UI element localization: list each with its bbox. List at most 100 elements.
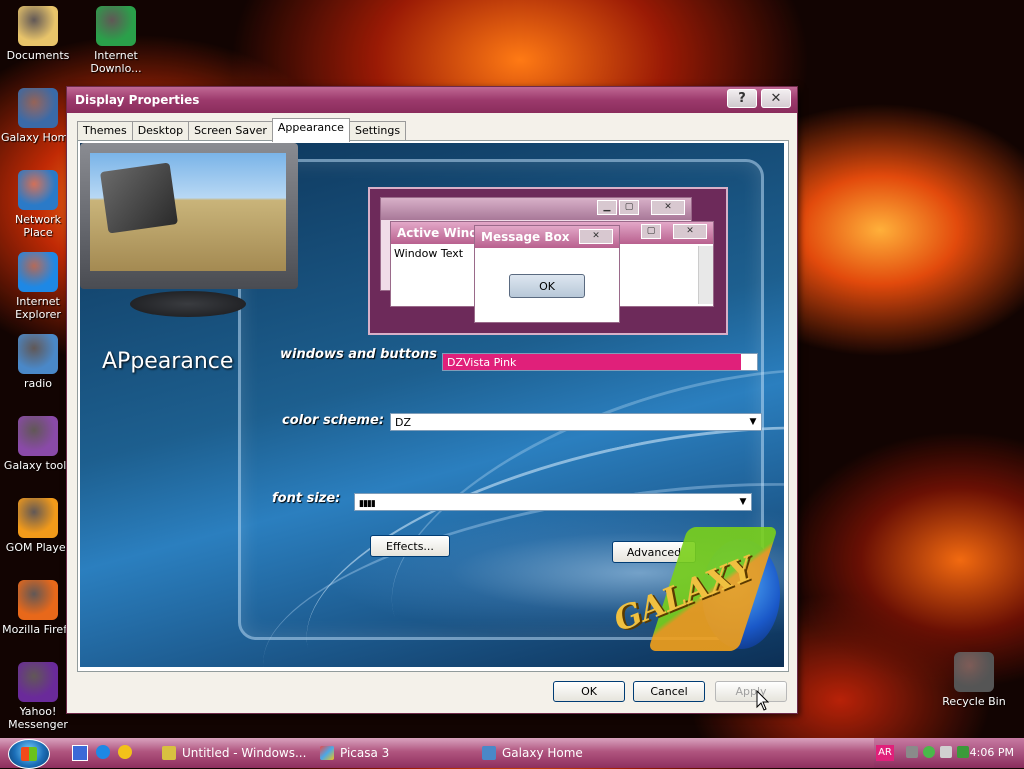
- monitor-stand: [130, 291, 246, 317]
- antivirus-icon[interactable]: [923, 746, 935, 758]
- help-button[interactable]: ?: [727, 89, 757, 108]
- download-icon: [96, 6, 136, 46]
- font-size-value: ▮▮▮▮: [359, 499, 376, 509]
- windows-and-buttons-dropdown[interactable]: DZVista Pink ▼: [442, 353, 758, 371]
- messenger-icon[interactable]: [118, 745, 132, 759]
- desktop-icon-tools[interactable]: Galaxy tools: [0, 416, 76, 472]
- volume-icon[interactable]: [940, 746, 952, 758]
- desktop-icon-gom[interactable]: GOM Player: [0, 498, 76, 554]
- desktop-icon-label: Documents: [6, 49, 70, 62]
- minimize-icon: ▁: [597, 200, 617, 215]
- desktop-icon-yahoo[interactable]: Yahoo! Messenger: [0, 662, 76, 731]
- computer-icon: [18, 88, 58, 128]
- desktop-icon-folder[interactable]: Documents: [0, 6, 76, 62]
- tab-settings[interactable]: Settings: [348, 121, 407, 142]
- monitor-preview: [80, 143, 300, 321]
- desktop-icon-radio[interactable]: radio: [0, 334, 76, 390]
- desktop-icon-firefox[interactable]: Mozilla Firefo: [0, 580, 76, 636]
- desktop-icon-label: Recycle Bin: [942, 695, 1006, 708]
- close-icon: ✕: [673, 224, 707, 239]
- ok-button[interactable]: OK: [553, 681, 625, 702]
- chevron-down-icon: ▼: [735, 494, 751, 510]
- network-icon[interactable]: [906, 746, 918, 758]
- appearance-preview: ▁ ▢ ✕ Active Windo ▢ ✕ Window Text Messa…: [368, 187, 728, 335]
- tab-desktop[interactable]: Desktop: [131, 121, 190, 142]
- galaxy-logo: GALAXY: [608, 527, 784, 663]
- desktop-icon-recycle-bin[interactable]: Recycle Bin: [936, 652, 1012, 708]
- language-indicator[interactable]: AR: [876, 745, 894, 761]
- appearance-background-art: APpearance ▁ ▢ ✕ Active Windo ▢ ✕ Window…: [80, 143, 784, 667]
- maximize-icon: ▢: [619, 200, 639, 215]
- close-icon: ✕: [770, 91, 782, 106]
- color-scheme-label: color scheme:: [282, 413, 385, 428]
- maximize-icon: ▢: [641, 224, 661, 239]
- clock[interactable]: 4:06 PM: [970, 746, 1014, 759]
- tab-appearance[interactable]: Appearance: [271, 118, 350, 142]
- font-size-label: font size:: [272, 491, 341, 506]
- inactive-window-title: [381, 198, 691, 220]
- cancel-button[interactable]: Cancel: [633, 681, 705, 702]
- tab-screen-saver[interactable]: Screen Saver: [188, 121, 273, 142]
- firefox-icon: [18, 580, 58, 620]
- tray-icons: [906, 746, 969, 758]
- taskbar-item-label: Untitled - Windows...: [182, 746, 307, 760]
- desktop-icon-label: GOM Player: [5, 541, 71, 554]
- color-scheme-dropdown[interactable]: DZ ▼: [390, 413, 762, 431]
- windows-logo-icon: [21, 747, 37, 761]
- desktop-icon-download[interactable]: Internet Downlo...: [78, 6, 154, 75]
- desktop-icon-label: Internet Downlo...: [90, 49, 142, 75]
- yahoo-icon: [18, 662, 58, 702]
- paint-icon: [162, 746, 176, 760]
- radio-icon: [18, 334, 58, 374]
- font-size-dropdown[interactable]: ▮▮▮▮ ▼: [354, 493, 752, 511]
- taskbar-item-untitled[interactable]: Untitled - Windows...: [162, 744, 306, 762]
- screen-artwork: [100, 162, 178, 234]
- close-icon: ✕: [651, 200, 685, 215]
- windows-and-buttons-value: DZVista Pink: [447, 356, 517, 369]
- preview-scrollbar: [698, 246, 713, 304]
- window-title: Display Properties: [75, 93, 200, 107]
- system-tray: AR 4:06 PM: [874, 738, 1024, 768]
- apply-button[interactable]: Apply: [715, 681, 787, 702]
- taskbar-item-label: Picasa 3: [340, 746, 390, 760]
- close-button[interactable]: ✕: [761, 89, 791, 108]
- ie-icon[interactable]: [96, 745, 110, 759]
- ie-icon: [18, 252, 58, 292]
- taskbar-item-label: Galaxy Home: [502, 746, 583, 760]
- preview-ok-button: OK: [509, 274, 585, 298]
- color-scheme-value: DZ: [395, 416, 412, 429]
- network-icon: [18, 170, 58, 210]
- chevron-down-icon: ▼: [741, 354, 757, 370]
- desktop-icon-label: radio: [23, 377, 53, 390]
- tools-icon: [18, 416, 58, 456]
- desktop-icon-label: Mozilla Firefo: [2, 623, 74, 636]
- tab-strip: Themes Desktop Screen Saver Appearance S…: [77, 118, 407, 142]
- taskbar-item-picasa[interactable]: Picasa 3: [320, 744, 389, 762]
- title-bar[interactable]: Display Properties ? ✕: [67, 87, 797, 113]
- desktop-icon-network[interactable]: Network Place: [0, 170, 76, 239]
- desktop-icon[interactable]: [72, 745, 88, 761]
- mouse-cursor-icon: [756, 690, 770, 711]
- folder-icon: [18, 6, 58, 46]
- tab-themes[interactable]: Themes: [77, 121, 133, 142]
- quick-launch: [72, 745, 132, 761]
- message-box-preview: Message Box ✕ OK: [474, 225, 620, 323]
- desktop-icon-label: Network Place: [15, 213, 61, 239]
- start-button[interactable]: [8, 739, 50, 769]
- close-icon: ✕: [579, 229, 613, 244]
- desktop-icon-label: Galaxy Home: [0, 131, 76, 144]
- desktop-icon-ie[interactable]: Internet Explorer: [0, 252, 76, 321]
- windows-and-buttons-label: windows and buttons: [280, 347, 438, 362]
- picasa-icon: [320, 746, 334, 760]
- chevron-down-icon: ▼: [745, 414, 761, 430]
- appearance-panel: APpearance ▁ ▢ ✕ Active Windo ▢ ✕ Window…: [77, 140, 789, 672]
- desktop-icon-computer[interactable]: Galaxy Home: [0, 88, 76, 144]
- update-icon[interactable]: [957, 746, 969, 758]
- recycle-bin-icon: [954, 652, 994, 692]
- effects-button[interactable]: Effects...: [370, 535, 450, 557]
- desktop-icon-label: Galaxy tools: [3, 459, 73, 472]
- desktop-icon-label: Internet Explorer: [15, 295, 61, 321]
- taskbar: Untitled - Windows... Picasa 3 Galaxy Ho…: [0, 738, 1024, 769]
- display-properties-window: Display Properties ? ✕ Themes Desktop Sc…: [66, 86, 798, 714]
- taskbar-item-galaxy-home[interactable]: Galaxy Home: [482, 744, 583, 762]
